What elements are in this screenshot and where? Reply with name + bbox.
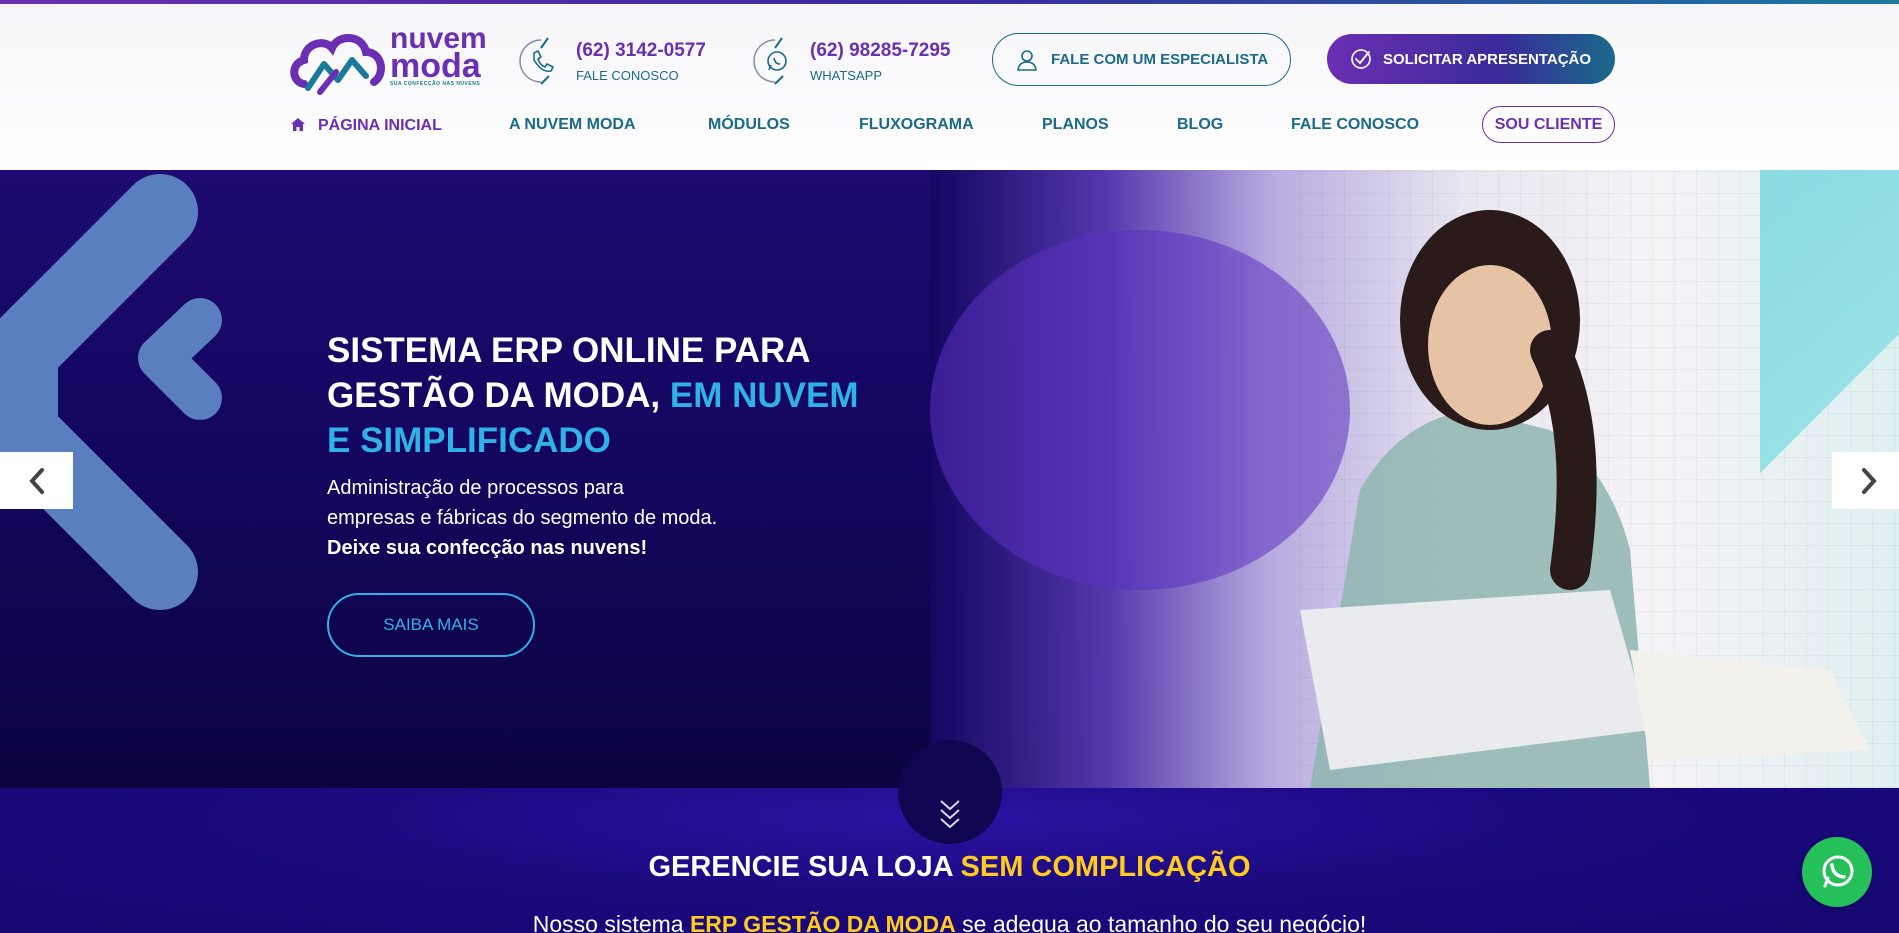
whatsapp-icon xyxy=(1822,855,1854,888)
slider-next-button[interactable] xyxy=(1832,452,1899,509)
nav-item-flowchart[interactable]: FLUXOGRAMA xyxy=(859,116,974,134)
whatsapp-contact[interactable]: (62) 98285-7295 WHATSAPP xyxy=(752,34,962,90)
cloud-logo-icon xyxy=(290,34,385,95)
home-icon xyxy=(291,118,305,131)
section-title-yellow: SEM COMPLICAÇÃO xyxy=(960,851,1251,883)
chevrons-down-icon xyxy=(940,800,960,829)
section-sub-highlight: ERP GESTÃO DA MODA xyxy=(689,911,956,933)
section-sub-after: se adequa ao tamanho do seu negócio! xyxy=(962,911,1367,933)
nav-item-modules[interactable]: MÓDULOS xyxy=(708,116,790,134)
hero-title: SISTEMA ERP ONLINE PARA GESTÃO DA MODA, … xyxy=(327,328,887,463)
phone-contact[interactable]: (62) 3142-0577 FALE CONOSCO xyxy=(518,34,718,90)
hero-description: Administração de processos para empresas… xyxy=(327,473,787,563)
client-login-button[interactable]: SOU CLIENTE xyxy=(1482,106,1615,143)
section-subtitle: Nosso sistema ERP GESTÃO DA MODA se adeq… xyxy=(0,911,1899,933)
request-demo-button[interactable]: SOLICITAR APRESENTAÇÃO xyxy=(1327,34,1615,84)
hero-title-accent-2: E SIMPLIFICADO xyxy=(327,421,611,460)
hero-desc-line-1: Administração de processos para xyxy=(327,477,624,499)
hero-desc-line-2: empresas e fábricas do segmento de moda. xyxy=(327,507,718,529)
phone-number: (62) 3142-0577 xyxy=(576,40,706,61)
logo-line-2: moda xyxy=(390,46,481,85)
hero-desc-strong: Deixe sua confecção nas nuvens! xyxy=(327,537,648,559)
check-circle-icon xyxy=(1351,49,1371,69)
logo-tagline: SUA CONFECÇÃO NAS NUVENS xyxy=(390,81,481,88)
hero-woman-illustration xyxy=(930,210,1870,788)
nav-item-blog[interactable]: BLOG xyxy=(1177,116,1223,134)
nav-label-home: PÁGINA INICIAL xyxy=(318,117,442,134)
nav-item-plans[interactable]: PLANOS xyxy=(1042,116,1109,134)
chevron-right-icon xyxy=(1861,467,1877,494)
specialist-button[interactable]: FALE COM UM ESPECIALISTA xyxy=(992,33,1291,86)
whatsapp-float-button[interactable] xyxy=(1802,837,1872,907)
whatsapp-number: (62) 98285-7295 xyxy=(810,40,951,61)
user-icon xyxy=(1017,50,1037,71)
whatsapp-icon xyxy=(753,37,787,85)
phone-icon xyxy=(519,37,554,85)
slider-prev-button[interactable] xyxy=(0,452,73,509)
scroll-down-indicator[interactable] xyxy=(898,740,1002,844)
specialist-button-label: FALE COM UM ESPECIALISTA xyxy=(1051,51,1269,68)
hero-title-line-2: GESTÃO DA MODA, xyxy=(327,376,661,415)
logo[interactable]: nuvem moda SUA CONFECÇÃO NAS NUVENS xyxy=(290,24,490,98)
request-demo-label: SOLICITAR APRESENTAÇÃO xyxy=(1383,50,1592,68)
section-title: GERENCIE SUA LOJA SEM COMPLICAÇÃO xyxy=(0,851,1899,884)
hero-title-line-1: SISTEMA ERP ONLINE PARA xyxy=(327,331,811,370)
hero-slider: SISTEMA ERP ONLINE PARA GESTÃO DA MODA, … xyxy=(0,170,1899,788)
phone-label: FALE CONOSCO xyxy=(576,68,679,83)
nav-item-home[interactable]: PÁGINA INICIAL xyxy=(290,116,442,135)
nav-item-about[interactable]: A NUVEM MODA xyxy=(509,116,636,134)
section-sub-before: Nosso sistema xyxy=(532,911,684,933)
hero-title-accent-1: EM NUVEM xyxy=(669,376,859,415)
chevron-left-icon xyxy=(28,467,44,494)
nav-item-contact[interactable]: FALE CONOSCO xyxy=(1291,116,1419,134)
learn-more-button[interactable]: SAIBA MAIS xyxy=(327,593,535,657)
logo-wordmark: nuvem moda SUA CONFECÇÃO NAS NUVENS xyxy=(390,24,487,88)
section-title-white: GERENCIE SUA LOJA xyxy=(648,851,953,883)
whatsapp-label: WHATSAPP xyxy=(810,68,882,83)
site-header: nuvem moda SUA CONFECÇÃO NAS NUVENS (62)… xyxy=(0,4,1899,170)
